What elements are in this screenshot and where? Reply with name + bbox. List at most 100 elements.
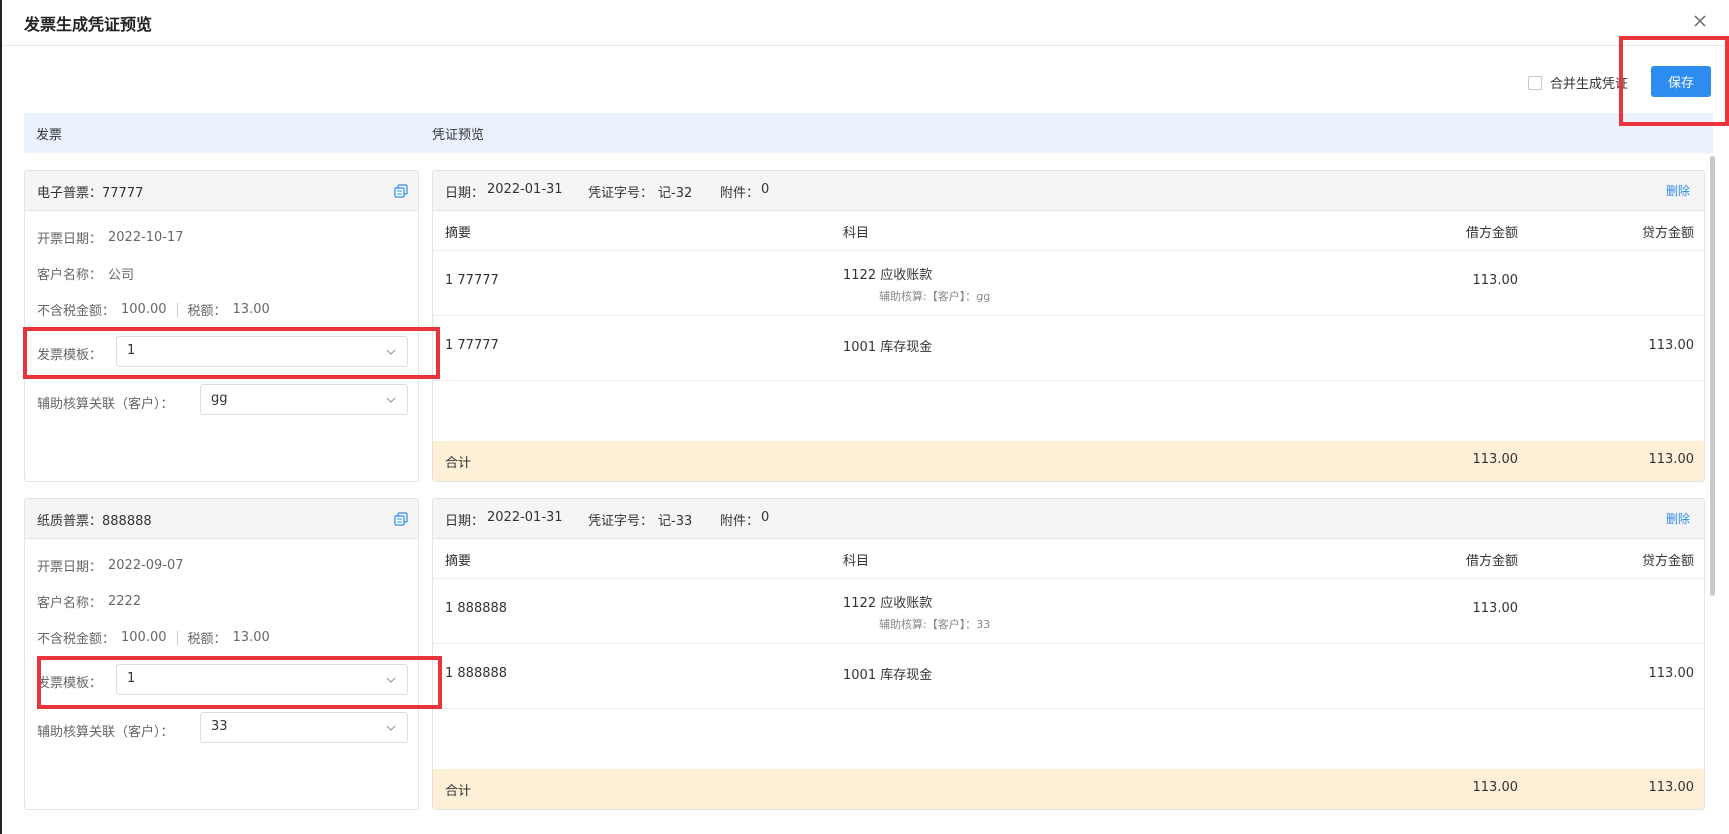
template-select[interactable]: 1 — [116, 664, 408, 695]
issue-date-value: 2022-09-07 — [108, 558, 184, 573]
delete-link[interactable]: 删除 — [1666, 510, 1690, 527]
delete-link[interactable]: 删除 — [1666, 182, 1690, 199]
row-aux-info: 辅助核算:【客户】：33 — [879, 618, 991, 631]
issue-date-label: 开票日期： — [37, 560, 103, 575]
customer-value: 公司 — [108, 268, 135, 283]
customer-row: 客户名称： 2222 — [37, 592, 141, 611]
invoice-card-header: 纸质普票：888888 — [25, 499, 418, 539]
voucher-row: 1 888888 1001 库存现金 113.00 — [433, 644, 1704, 709]
attachment-value: 0 — [761, 182, 770, 197]
amount-row: 不含税金额： 100.00 税额： 13.00 — [37, 628, 270, 647]
tax-value: 13.00 — [232, 630, 270, 645]
row-account: 1122 应收账款 — [843, 268, 933, 283]
divider — [176, 302, 178, 317]
section-header-bar: 发票 凭证预览 — [24, 113, 1713, 153]
tax-value: 13.00 — [232, 302, 270, 317]
scrollbar[interactable] — [1710, 156, 1715, 596]
save-button[interactable]: 保存 — [1651, 66, 1711, 97]
issue-date-label: 开票日期： — [37, 232, 103, 247]
customer-row: 客户名称： 公司 — [37, 264, 134, 283]
aux-link-label: 辅助核算关联（客户）： — [37, 725, 174, 740]
chevron-down-icon — [386, 397, 396, 403]
pre-tax-value: 100.00 — [121, 302, 167, 317]
col-debit: 借方金额 — [1465, 226, 1518, 241]
aux-select-value: gg — [211, 391, 228, 406]
col-credit: 贷方金额 — [1641, 226, 1694, 241]
template-select[interactable]: 1 — [116, 336, 408, 367]
invoice-section-title: 发票 — [36, 128, 63, 143]
voucher-card-header: 日期： 2022-01-31 凭证字号： 记-33 附件： 0 删除 — [433, 499, 1704, 539]
aux-select[interactable]: 33 — [200, 712, 408, 743]
voucher-no-label: 凭证字号： — [588, 514, 654, 529]
voucher-section-title: 凭证预览 — [432, 128, 485, 143]
merge-option[interactable]: 合并生成凭证 — [1528, 73, 1628, 92]
col-summary: 摘要 — [445, 554, 472, 569]
row-aux-info: 辅助核算:【客户】：gg — [879, 290, 991, 303]
pre-tax-label: 不含税金额： — [37, 304, 116, 319]
template-select-value: 1 — [127, 671, 136, 686]
row-account: 1122 应收账款 — [843, 596, 933, 611]
total-credit: 113.00 — [1648, 780, 1695, 795]
template-label: 发票模板： — [37, 676, 103, 691]
voucher-row: 1 888888 1122 应收账款 辅助核算:【客户】：33 113.00 — [433, 579, 1704, 644]
template-label-row: 发票模板： — [37, 344, 102, 363]
merge-label: 合并生成凭证 — [1550, 77, 1629, 92]
voucher-total-row: 合计 113.00 113.00 — [433, 441, 1704, 481]
row-debit: 113.00 — [1472, 601, 1519, 616]
customer-label: 客户名称： — [37, 268, 103, 283]
amount-row: 不含税金额： 100.00 税额： 13.00 — [37, 300, 270, 319]
template-label: 发票模板： — [37, 348, 103, 363]
row-summary: 1 888888 — [445, 666, 508, 681]
col-debit: 借方金额 — [1465, 554, 1518, 569]
aux-link-label: 辅助核算关联（客户）： — [37, 397, 174, 412]
attachment-value: 0 — [761, 510, 770, 525]
row-credit: 113.00 — [1648, 338, 1695, 353]
row-debit: 113.00 — [1472, 273, 1519, 288]
attachment-label: 附件： — [720, 186, 760, 201]
invoice-title: 纸质普票：888888 — [37, 514, 152, 529]
total-label: 合计 — [445, 784, 472, 799]
voucher-total-row: 合计 113.00 113.00 — [433, 769, 1704, 809]
invoice-card: 电子普票：77777 开票日期： 2022-10-17 客户名称： 公司 不含税… — [24, 170, 419, 482]
chevron-down-icon — [386, 725, 396, 731]
row-account: 1001 库存现金 — [843, 340, 933, 355]
voucher-preview-dialog: 发票生成凭证预览 合并生成凭证 保存 发票 凭证预览 电子普票：77777 开票… — [2, 0, 1729, 834]
dialog-title: 发票生成凭证预览 — [24, 15, 153, 34]
voucher-card: 日期： 2022-01-31 凭证字号： 记-33 附件： 0 删除 摘要 科目… — [432, 498, 1705, 810]
col-account: 科目 — [843, 554, 870, 569]
copy-icon[interactable] — [394, 184, 408, 198]
voucher-row: 1 77777 1122 应收账款 辅助核算:【客户】：gg 113.00 — [433, 251, 1704, 316]
voucher-no-value: 记-32 — [658, 186, 693, 201]
aux-select[interactable]: gg — [200, 384, 408, 415]
voucher-column-headers: 摘要 科目 借方金额 贷方金额 — [433, 211, 1704, 251]
total-credit: 113.00 — [1648, 452, 1695, 467]
customer-value: 2222 — [108, 594, 142, 609]
merge-checkbox[interactable] — [1528, 75, 1542, 90]
voucher-column-headers: 摘要 科目 借方金额 贷方金额 — [433, 539, 1704, 579]
attachment-label: 附件： — [720, 514, 760, 529]
chevron-down-icon — [386, 349, 396, 355]
total-label: 合计 — [445, 456, 472, 471]
issue-date-row: 开票日期： 2022-09-07 — [37, 556, 184, 575]
voucher-date-label: 日期： — [445, 514, 485, 529]
tax-label: 税额： — [187, 304, 227, 319]
row-summary: 1 888888 — [445, 601, 508, 616]
chevron-down-icon — [386, 677, 396, 683]
copy-icon[interactable] — [394, 512, 408, 526]
row-account: 1001 库存现金 — [843, 668, 933, 683]
pre-tax-label: 不含税金额： — [37, 632, 116, 647]
voucher-date-value: 2022-01-31 — [487, 182, 563, 197]
invoice-card-header: 电子普票：77777 — [25, 171, 418, 211]
template-label-row: 发票模板： — [37, 672, 102, 691]
invoice-title: 电子普票：77777 — [37, 186, 144, 201]
aux-label-row: 辅助核算关联（客户）： — [37, 393, 174, 412]
aux-select-value: 33 — [211, 719, 228, 734]
voucher-row: 1 77777 1001 库存现金 113.00 — [433, 316, 1704, 381]
voucher-card-header: 日期： 2022-01-31 凭证字号： 记-32 附件： 0 删除 — [433, 171, 1704, 211]
tax-label: 税额： — [187, 632, 227, 647]
col-account: 科目 — [843, 226, 870, 241]
row-summary: 1 77777 — [445, 338, 499, 353]
issue-date-row: 开票日期： 2022-10-17 — [37, 228, 184, 247]
close-icon[interactable] — [1689, 10, 1711, 32]
voucher-card: 日期： 2022-01-31 凭证字号： 记-32 附件： 0 删除 摘要 科目… — [432, 170, 1705, 482]
